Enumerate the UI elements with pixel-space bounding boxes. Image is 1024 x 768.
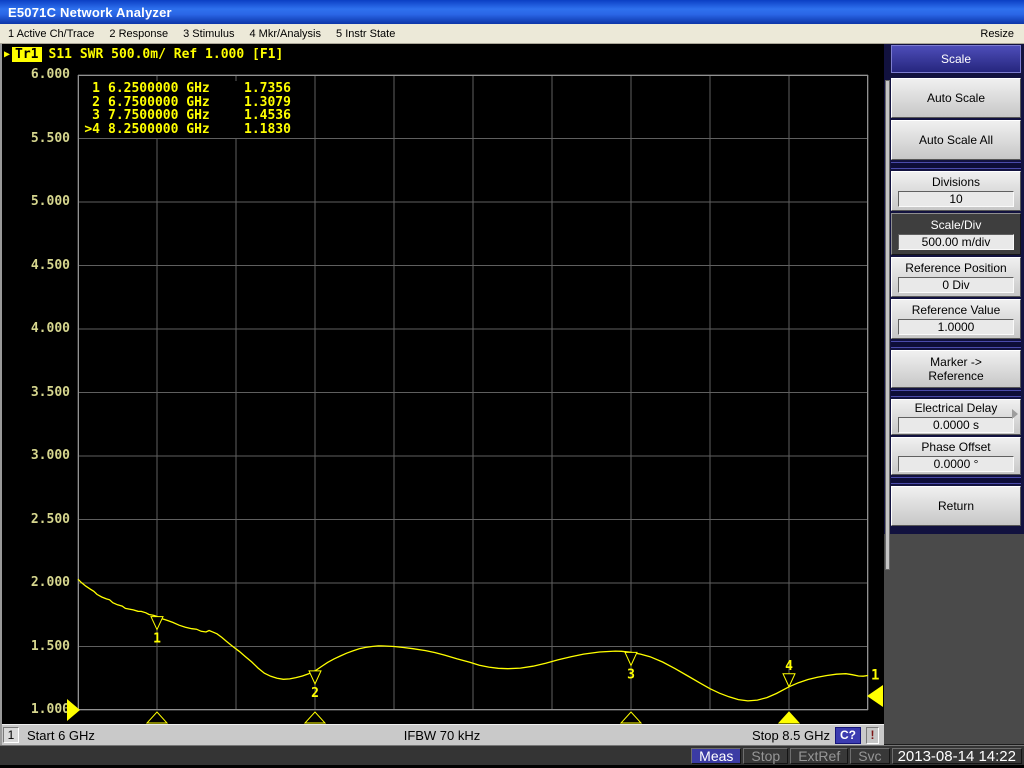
submenu-arrow-icon (1012, 409, 1018, 419)
trace-number-label: 1 (871, 667, 879, 683)
softkey-separator (891, 477, 1021, 484)
y-axis-tick-label: 2.000 (30, 575, 70, 590)
y-axis-tick-label: 5.000 (30, 194, 70, 209)
warning-indicator: ! (866, 726, 879, 744)
marker-2-stimulus-triangle (303, 711, 327, 724)
marker-3-glyph (624, 651, 638, 667)
marker-1-number: 1 (153, 632, 161, 647)
menu-mkr-analysis[interactable]: 4 Mkr/Analysis (249, 28, 321, 40)
window-title: E5071C Network Analyzer (8, 4, 172, 20)
active-trace-arrow-icon: ▶ (4, 49, 11, 60)
softkey-sidebar: Scale Auto Scale Auto Scale All Division… (884, 44, 1024, 745)
extref-status-button[interactable]: ExtRef (790, 748, 849, 764)
softkey-reference-position[interactable]: Reference Position 0 Div (891, 257, 1021, 297)
softkey-auto-scale-all[interactable]: Auto Scale All (891, 120, 1021, 160)
marker-readout-table: 1 6.2500000 GHz 1.7356 2 6.7500000 GHz 1.3079… (80, 81, 312, 138)
calibration-badge: C? (835, 726, 861, 744)
marker-4-stimulus-triangle (777, 711, 801, 724)
plot-area: ▶ Tr1 S11 SWR 500.0m/ Ref 1.000 [F1] 6.0… (0, 44, 884, 724)
y-axis-tick-label: 2.500 (30, 511, 70, 527)
softkey-auto-scale[interactable]: Auto Scale (891, 78, 1021, 118)
sweep-start-label: Start 6 GHz (27, 727, 95, 743)
y-axis-tick-label: 1.500 (30, 638, 70, 654)
softkey-separator (891, 162, 1021, 169)
marker-2-glyph (308, 670, 322, 686)
channel-number-box: 1 (3, 727, 19, 743)
scale-div-value[interactable]: 500.00 m/div (898, 234, 1014, 250)
marker-3-number: 3 (627, 667, 635, 682)
trace-format-readout: S11 SWR 500.0m/ Ref 1.000 [F1] (48, 47, 284, 62)
softkey-scale-div[interactable]: Scale/Div 500.00 m/div (891, 213, 1021, 255)
softkey-separator (891, 390, 1021, 397)
softkey-reference-value[interactable]: Reference Value 1.0000 (891, 299, 1021, 339)
softkey-menu-title: Scale (891, 45, 1021, 73)
menu-resize[interactable]: Resize (980, 28, 1014, 40)
softkey-electrical-delay[interactable]: Electrical Delay 0.0000 s (891, 399, 1021, 435)
divisions-value[interactable]: 10 (898, 191, 1014, 207)
marker-table-row: 2 6.7500000 GHz 1.3079 (92, 94, 291, 110)
softkey-divisions[interactable]: Divisions 10 (891, 171, 1021, 211)
marker-3-stimulus-triangle (619, 711, 643, 724)
trace-info-line: ▶ Tr1 S11 SWR 500.0m/ Ref 1.000 [F1] (4, 47, 283, 62)
marker-2-number: 2 (311, 686, 319, 701)
swr-chart: 1 2 3 4 1 (67, 74, 883, 724)
menu-instr-state[interactable]: 5 Instr State (336, 28, 395, 40)
menu-active-ch-trace[interactable]: 1 Active Ch/Trace (8, 28, 94, 40)
reference-position-value[interactable]: 0 Div (898, 277, 1014, 293)
y-axis-tick-label: 5.500 (30, 130, 70, 146)
active-trace-badge[interactable]: Tr1 (12, 47, 42, 62)
sweep-stop-label: Stop 8.5 GHz (751, 727, 830, 743)
marker-table-row: >4 8.2500000 GHz 1.1830 (84, 121, 291, 137)
menu-bar: 1 Active Ch/Trace 2 Response 3 Stimulus … (0, 24, 1024, 44)
y-axis-tick-label: 1.000 (30, 702, 70, 717)
y-axis-tick-label: 4.500 (30, 257, 70, 273)
window-left-edge (0, 44, 2, 745)
datetime-display: 2013-08-14 14:22 (891, 748, 1022, 765)
y-axis-tick-label: 4.000 (30, 321, 70, 336)
menu-stimulus[interactable]: 3 Stimulus (183, 28, 234, 40)
y-axis-tick-label: 3.500 (30, 384, 70, 400)
svc-status-button[interactable]: Svc (850, 748, 890, 764)
instrument-status-bar: Meas Stop ExtRef Svc 2013-08-14 14:22 (0, 745, 1024, 768)
y-axis-tick-label: 6.000 (30, 67, 70, 82)
softkey-separator (891, 341, 1021, 348)
softkey-phase-offset[interactable]: Phase Offset 0.0000 ° (891, 437, 1021, 475)
softkey-marker-to-reference[interactable]: Marker -> Reference (891, 350, 1021, 388)
softkey-menu: Scale Auto Scale Auto Scale All Division… (884, 44, 1024, 570)
channel-status-bar: 1 Start 6 GHz IFBW 70 kHz Stop 8.5 GHz C… (0, 724, 884, 745)
marker-table-row: 1 6.2500000 GHz 1.7356 (92, 81, 291, 96)
reference-value-value[interactable]: 1.0000 (898, 319, 1014, 335)
marker-table-row: 3 7.7500000 GHz 1.4536 (92, 108, 291, 123)
reference-level-indicator-right (867, 685, 883, 707)
softkey-return[interactable]: Return (891, 486, 1021, 526)
marker-4-number: 4 (785, 659, 793, 674)
electrical-delay-value[interactable]: 0.0000 s (898, 417, 1014, 433)
instrument-screen: E5071C Network Analyzer 1 Active Ch/Trac… (0, 0, 1024, 768)
softkey-scroll-strip[interactable] (885, 80, 890, 570)
stop-status-button[interactable]: Stop (743, 748, 789, 764)
phase-offset-value[interactable]: 0.0000 ° (898, 456, 1014, 472)
meas-status-button[interactable]: Meas (691, 748, 742, 764)
marker-1-stimulus-triangle (145, 711, 169, 724)
marker-1-glyph (150, 616, 164, 631)
menu-response[interactable]: 2 Response (109, 28, 168, 40)
y-axis-tick-label: 3.000 (30, 448, 70, 463)
title-bar: E5071C Network Analyzer (0, 0, 1024, 24)
